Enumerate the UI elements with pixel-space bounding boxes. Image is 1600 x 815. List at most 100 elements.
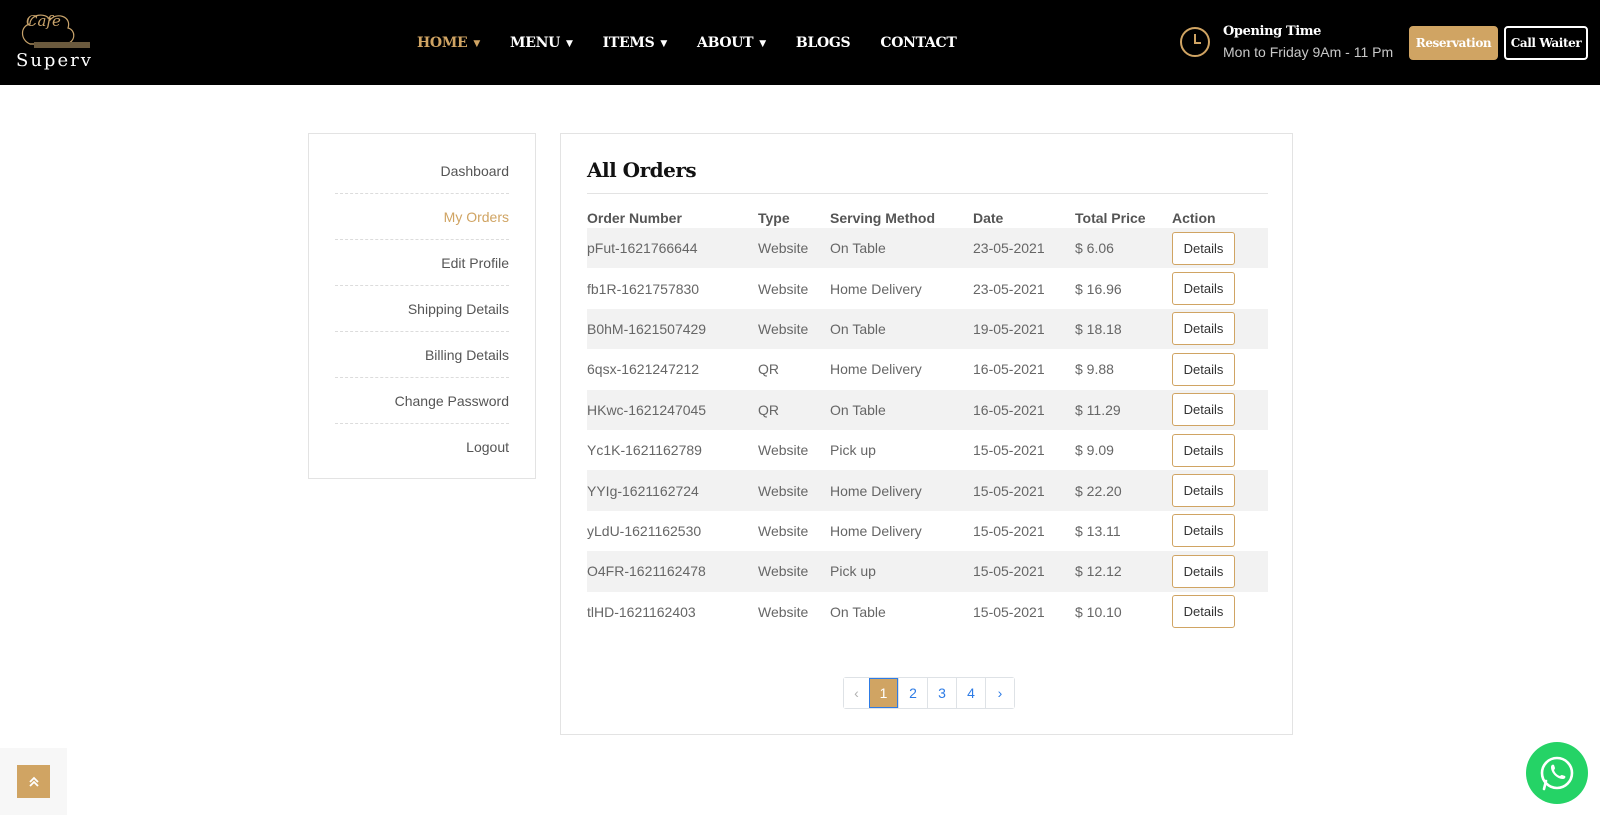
call-waiter-button[interactable]: Call Waiter <box>1504 26 1588 60</box>
order-number: yLdU-1621162530 <box>587 522 702 539</box>
col-type: Type <box>758 210 790 226</box>
order-date: 19-05-2021 <box>973 320 1045 337</box>
whatsapp-button[interactable] <box>1526 742 1588 804</box>
order-date: 15-05-2021 <box>973 522 1045 539</box>
details-button[interactable]: Details <box>1172 554 1235 588</box>
table-row: Yc1K-1621162789 Website Pick up 15-05-2021 $… <box>587 430 1268 470</box>
order-type: Website <box>758 320 809 337</box>
order-date: 15-05-2021 <box>973 603 1045 620</box>
table-header: Order Number Type Serving Method Date To… <box>587 210 1268 228</box>
order-number: fb1R-1621757830 <box>587 280 700 297</box>
nav-menu-label: MENU <box>510 34 561 51</box>
sidebar-item-my-orders[interactable]: My Orders <box>335 194 509 240</box>
nav-contact[interactable]: CONTACT <box>880 35 956 51</box>
details-button[interactable]: Details <box>1172 272 1235 306</box>
serving-method: Home Delivery <box>830 522 922 539</box>
chevron-down-icon: ▼ <box>759 38 766 49</box>
table-row: fb1R-1621757830 Website Home Delivery 23-05… <box>587 268 1268 308</box>
order-type: QR <box>758 401 779 418</box>
back-to-top-button[interactable] <box>17 765 50 798</box>
order-date: 23-05-2021 <box>973 240 1045 257</box>
order-date: 15-05-2021 <box>973 563 1045 580</box>
details-button[interactable]: Details <box>1172 433 1235 467</box>
order-number: B0hM-1621507429 <box>587 320 707 337</box>
order-number: HKwc-1621247045 <box>587 401 707 418</box>
total-price: $ 10.10 <box>1075 603 1122 620</box>
table-row: pFut-1621766644 Website On Table 23-05-2021… <box>587 228 1268 269</box>
serving-method: On Table <box>830 603 886 620</box>
nav-home[interactable]: HOME ▼ <box>417 35 480 51</box>
nav-home-label: HOME <box>417 34 468 51</box>
order-date: 15-05-2021 <box>973 482 1045 499</box>
nav-about[interactable]: ABOUT ▼ <box>697 35 766 51</box>
col-serving-method: Serving Method <box>830 210 936 226</box>
sidebar-item-billing-details[interactable]: Billing Details <box>335 332 509 378</box>
details-button[interactable]: Details <box>1172 595 1235 629</box>
col-total-price: Total Price <box>1075 210 1146 226</box>
logo[interactable]: Cafe Superv <box>12 10 92 74</box>
sidebar-item-logout[interactable]: Logout <box>335 424 509 470</box>
sidebar-item-edit-profile[interactable]: Edit Profile <box>335 240 509 286</box>
nav-items[interactable]: ITEMS ▼ <box>603 35 668 51</box>
pagination-page-4[interactable]: 4 <box>956 678 985 708</box>
clock-icon <box>1180 27 1210 57</box>
sidebar-menu: Dashboard My Orders Edit Profile Shippin… <box>335 148 509 470</box>
order-date: 15-05-2021 <box>973 442 1045 459</box>
main-nav: HOME ▼ MENU ▼ ITEMS ▼ ABOUT ▼ BLOGS CONTACT <box>417 0 987 85</box>
orders-table: Order Number Type Serving Method Date To… <box>587 210 1268 632</box>
serving-method: Home Delivery <box>830 280 922 297</box>
chevron-down-icon: ▼ <box>566 38 573 49</box>
logo-brand-text: Superv <box>16 50 93 71</box>
order-type: Website <box>758 280 809 297</box>
pagination-prev[interactable]: ‹ <box>844 678 869 708</box>
pagination-page-3[interactable]: 3 <box>927 678 956 708</box>
table-row: HKwc-1621247045 QR On Table 16-05-2021 $ 11.… <box>587 389 1268 430</box>
pagination-page-2[interactable]: 2 <box>898 678 927 708</box>
orders-panel: All Orders Order Number Type Serving Met… <box>560 133 1293 735</box>
nav-blogs[interactable]: BLOGS <box>796 35 851 51</box>
whatsapp-icon <box>1540 756 1574 791</box>
details-button[interactable]: Details <box>1172 352 1235 386</box>
details-button[interactable]: Details <box>1172 474 1235 508</box>
table-row: YYIg-1621162724 Website Home Delivery 15-05… <box>587 470 1268 511</box>
table-row: tlHD-1621162403 Website On Table 15-05-2021… <box>587 592 1268 632</box>
back-to-top-container <box>0 748 67 815</box>
total-price: $ 11.29 <box>1075 401 1121 418</box>
details-button[interactable]: Details <box>1172 312 1235 346</box>
order-date: 16-05-2021 <box>973 401 1045 418</box>
pagination: ‹ 1 2 3 4 › <box>843 677 1015 709</box>
opening-hours: Mon to Friday 9Am - 11 Pm <box>1223 44 1394 60</box>
sidebar-item-shipping-details[interactable]: Shipping Details <box>335 286 509 332</box>
serving-method: Home Delivery <box>830 361 922 378</box>
total-price: $ 9.09 <box>1075 442 1114 459</box>
sidebar-item-change-password[interactable]: Change Password <box>335 378 509 424</box>
details-button[interactable]: Details <box>1172 231 1235 265</box>
total-price: $ 18.18 <box>1075 320 1122 337</box>
order-date: 23-05-2021 <box>973 280 1045 297</box>
order-date: 16-05-2021 <box>973 361 1045 378</box>
col-date: Date <box>973 210 1004 226</box>
pagination-page-1[interactable]: 1 <box>869 678 898 708</box>
table-row: yLdU-1621162530 Website Home Delivery 15-05… <box>587 511 1268 551</box>
sidebar-item-dashboard[interactable]: Dashboard <box>335 148 509 194</box>
reservation-button[interactable]: Reservation <box>1409 26 1498 60</box>
details-button[interactable]: Details <box>1172 393 1235 427</box>
order-type: Website <box>758 603 809 620</box>
serving-method: Pick up <box>830 442 876 459</box>
nav-contact-label: CONTACT <box>880 34 957 51</box>
pagination-next[interactable]: › <box>985 678 1014 708</box>
serving-method: On Table <box>830 320 886 337</box>
order-number: YYIg-1621162724 <box>587 482 699 499</box>
nav-about-label: ABOUT <box>697 34 754 51</box>
chevron-down-icon: ▼ <box>660 38 668 49</box>
nav-menu[interactable]: MENU ▼ <box>510 35 573 51</box>
total-price: $ 9.88 <box>1075 361 1114 378</box>
col-action: Action <box>1172 210 1216 226</box>
order-number: O4FR-1621162478 <box>587 563 706 580</box>
opening-time-title: Opening Time <box>1223 24 1321 39</box>
order-number: pFut-1621766644 <box>587 240 698 257</box>
details-button[interactable]: Details <box>1172 514 1235 548</box>
table-row: 6qsx-1621247212 QR Home Delivery 16-05-2021… <box>587 349 1268 389</box>
order-type: Website <box>758 563 809 580</box>
order-type: Website <box>758 522 809 539</box>
